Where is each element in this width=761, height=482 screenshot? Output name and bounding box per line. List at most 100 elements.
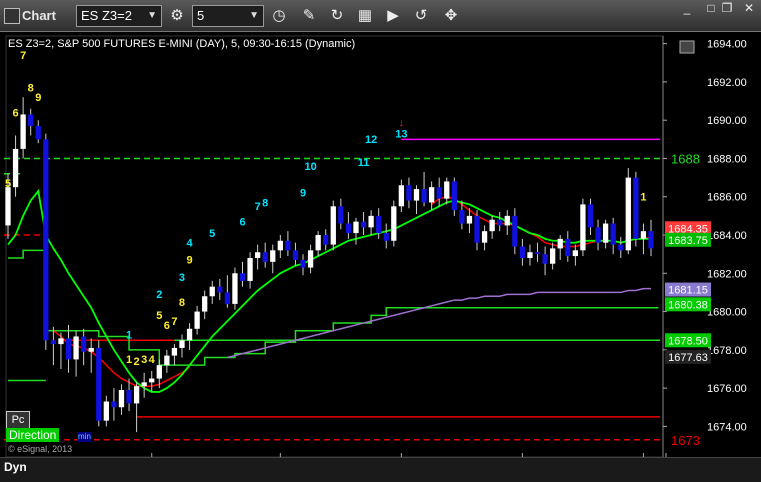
candle-body	[398, 185, 405, 207]
candle-body	[307, 250, 314, 268]
pencil-icon[interactable]: ✎	[298, 5, 320, 27]
sequence-count-label: 7	[20, 50, 26, 62]
candle-body	[58, 338, 64, 345]
candle-body	[103, 401, 109, 421]
candle-body	[338, 206, 344, 224]
candle-body	[512, 215, 518, 247]
title-bar: Chart ES Z3=2 ▼ ⚙ 5 ▼ ◷ ✎ ↻ ▦ ▶ ↺ ✥ _ □ …	[0, 0, 761, 32]
candle-body	[315, 235, 321, 251]
candle-body	[50, 340, 57, 345]
y-tick-label: 1694.00	[707, 39, 747, 51]
copyright-text: © eSignal, 2013	[8, 444, 73, 454]
y-tick-label: 1680.00	[707, 307, 747, 319]
price-chart[interactable]: 1674.00 1676.00 1678.00 1680.00 1682.00 1684.…	[0, 32, 761, 481]
sequence-count-label: 5	[156, 310, 162, 322]
candle-body	[376, 215, 382, 234]
symbol-field[interactable]: ES Z3=2 ▼	[76, 5, 162, 27]
candle-body	[519, 246, 526, 258]
pc-badge[interactable]: Pc	[6, 411, 30, 429]
sequence-count-label: 6	[164, 320, 170, 332]
candle-body	[141, 382, 147, 387]
sequence-count-label: 9	[300, 188, 306, 200]
chevron-down-icon[interactable]: ▼	[147, 6, 157, 26]
candle-body	[595, 227, 601, 243]
sequence-count-label: 4	[149, 354, 156, 366]
candle-body	[345, 223, 352, 234]
candle-body	[459, 210, 465, 224]
candle-body	[610, 223, 616, 245]
candle-body	[497, 219, 503, 226]
candle-body	[156, 365, 162, 379]
minimize-icon[interactable]: _	[676, 0, 698, 16]
sequence-count-label: 13	[395, 128, 407, 140]
candle-body	[489, 219, 495, 232]
panel-restore-icon	[679, 40, 695, 54]
candle-body	[618, 244, 624, 251]
candle-body	[149, 378, 155, 383]
date-icon[interactable]: ▦	[354, 5, 376, 27]
interval-field[interactable]: 5 ▼	[192, 5, 264, 27]
candle-body	[565, 238, 571, 257]
cursor-icon[interactable]: ✥	[440, 5, 462, 27]
candle-body	[111, 401, 117, 408]
sequence-count-label: 3	[141, 354, 147, 366]
level-label: 1673	[671, 433, 700, 448]
candle-body	[625, 177, 631, 251]
chevron-down-icon[interactable]: ▼	[249, 6, 259, 26]
chart-title: ES Z3=2, S&P 500 FUTURES E-MINI (DAY), 5…	[8, 38, 356, 50]
candle-body	[466, 215, 473, 224]
settings-icon[interactable]: ⚙	[166, 5, 188, 27]
sequence-count-label: 10	[304, 161, 316, 173]
candle-body	[360, 221, 367, 228]
close-icon[interactable]: ✕	[738, 0, 760, 16]
price-label-text: 1678.50	[668, 335, 708, 347]
candle-body	[527, 252, 533, 258]
candle-body	[504, 215, 510, 226]
y-tick-label: 1676.00	[707, 383, 747, 395]
candle-body	[171, 347, 178, 356]
candle-body	[118, 390, 125, 408]
interval-value: 5	[197, 8, 205, 23]
green-average-line	[7, 188, 651, 393]
y-tick-label: 1678.00	[707, 345, 747, 357]
candle-body	[202, 296, 208, 312]
clock-icon[interactable]: ◷	[268, 5, 290, 27]
candle-body	[421, 189, 427, 203]
candle-body	[12, 148, 19, 188]
sequence-count-label: 8	[262, 197, 268, 209]
candle-body	[413, 189, 420, 201]
candle-body	[428, 187, 435, 203]
candle-body	[20, 114, 26, 149]
candle-body	[292, 250, 299, 260]
sequence-count-label: 1	[126, 329, 132, 341]
direction-badge[interactable]: Direction	[6, 428, 60, 442]
candle-body	[633, 177, 639, 239]
candle-body	[217, 286, 223, 293]
sequence-count-label: 1	[126, 354, 132, 366]
play-icon[interactable]: ▶	[382, 5, 404, 27]
candle-body	[323, 235, 329, 245]
candle-body	[474, 215, 480, 243]
sequence-count-label: 6	[239, 216, 245, 228]
candle-body	[330, 206, 336, 245]
candle-body	[534, 252, 541, 255]
restore-icon[interactable]: ❐	[716, 0, 738, 16]
candle-body	[28, 114, 34, 126]
candle-body	[247, 257, 253, 281]
candle-body	[270, 250, 276, 262]
sequence-count-label: 9	[35, 92, 41, 104]
level-label: 1688	[671, 151, 700, 166]
y-tick-label: 1684.00	[707, 230, 747, 242]
candle-body	[164, 355, 170, 366]
sequence-count-label: 2	[134, 356, 140, 368]
sequence-count-label: 8	[28, 82, 34, 94]
sequence-count-label: 8	[179, 297, 185, 309]
candle-body	[209, 286, 215, 297]
dynamic-mode-label[interactable]: Dyn	[4, 460, 27, 474]
candle-body	[300, 259, 306, 268]
price-label-text: 1681.15	[668, 285, 708, 297]
candle-body	[436, 187, 442, 199]
price-label-text: 1683.75	[668, 235, 708, 247]
replay-icon[interactable]: ↺	[410, 5, 432, 27]
refresh-icon[interactable]: ↻	[326, 5, 348, 27]
